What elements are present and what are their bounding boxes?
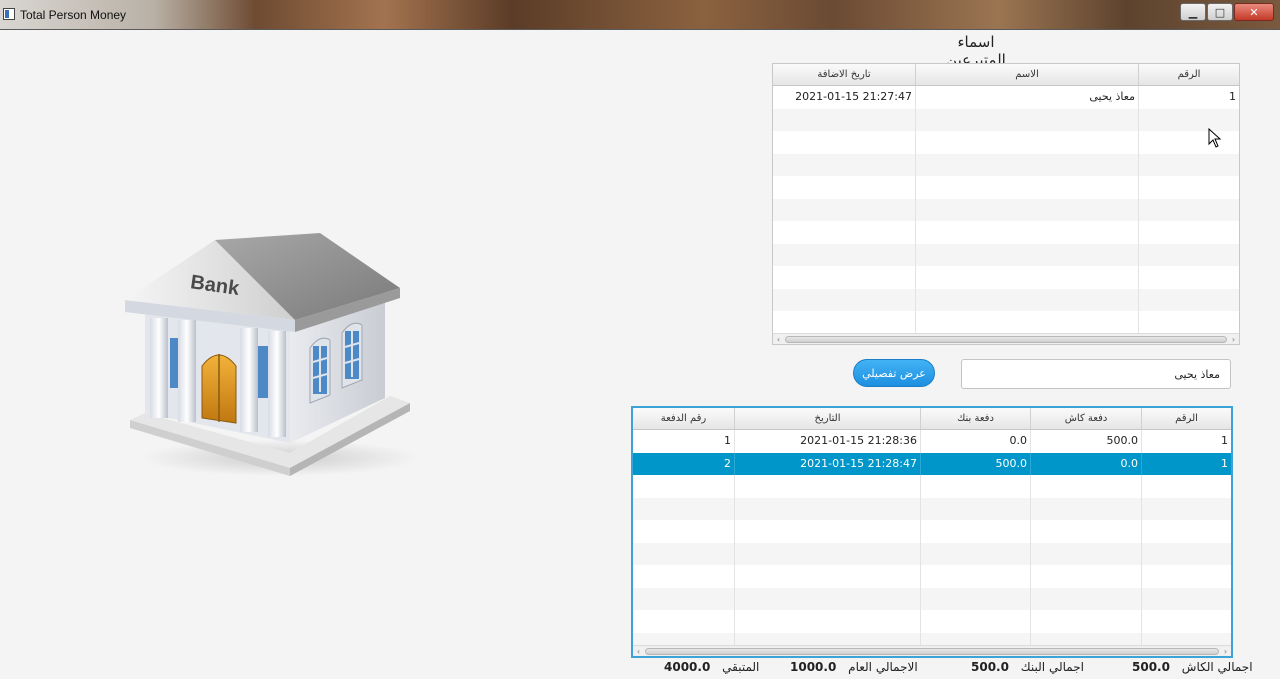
empty-row [633,587,1231,610]
empty-row [773,266,1239,289]
col-added-date[interactable]: تاريخ الاضافة [773,64,916,85]
cell-name: معاذ يحيى [916,86,1139,109]
col-payment-no[interactable]: رقم الدفعة [633,408,735,429]
cell-payment-no: 2 [633,452,735,475]
donors-table-header: تاريخ الاضافة الاسم الرقم [773,64,1239,86]
total-cash-label: اجمالي الكاش [1181,660,1253,674]
bank-building-icon: Bank [125,233,420,476]
col-date[interactable]: التاريخ [735,408,921,429]
maximize-button[interactable]: □ [1207,3,1233,21]
empty-row [633,497,1231,520]
total-cash-value: 500.0 [1132,660,1170,674]
total-grand-value: 1000.0 [790,660,837,674]
totals-bank: 500.0 اجمالي البنك [971,660,1084,676]
cell-id: 1 [1221,434,1228,447]
empty-row [773,131,1239,154]
cell-added-date: 2021-01-15 21:27:47 [773,86,916,109]
scroll-thumb[interactable] [785,336,1227,343]
empty-row [773,288,1239,311]
scroll-right-icon[interactable]: › [1228,334,1239,344]
total-grand-label: الاجمالي العام [848,660,918,674]
window-titlebar: Total Person Money ▁ □ ✕ [0,0,1280,30]
scroll-right-icon[interactable]: › [1220,646,1231,656]
empty-row [773,243,1239,266]
cell-id: 1 [1229,90,1236,103]
col-cash-payment[interactable]: دفعة كاش [1031,408,1142,429]
empty-row [773,198,1239,221]
cell-cash-payment: 500.0 [1031,430,1142,453]
empty-row [773,176,1239,199]
window-controls: ▁ □ ✕ [1180,3,1274,21]
empty-row [633,565,1231,588]
empty-row [633,475,1231,498]
col-name[interactable]: الاسم [916,64,1139,85]
empty-row [773,108,1239,131]
payments-table-header: رقم الدفعة التاريخ دفعة بنك دفعة كاش الر… [633,408,1231,430]
totals-grand: 1000.0 الاجمالي العام [790,660,918,676]
totals-cash: 500.0 اجمالي الكاش [1132,660,1253,676]
payments-table[interactable]: رقم الدفعة التاريخ دفعة بنك دفعة كاش الر… [631,406,1233,658]
empty-row [773,153,1239,176]
cell-cash-payment: 0.0 [1031,452,1142,475]
cell-date: 2021-01-15 21:28:36 [735,430,921,453]
app-icon [3,8,15,20]
close-button[interactable]: ✕ [1234,3,1274,21]
payments-table-body: 1 2021-01-15 21:28:36 0.0 500.0 1 2 2021… [633,430,1231,655]
empty-row [773,311,1239,334]
donor-name-field[interactable]: معاذ يحيى [961,359,1231,389]
empty-row [773,221,1239,244]
total-bank-label: اجمالي البنك [1020,660,1084,674]
table-row-selected[interactable]: 2 2021-01-15 21:28:47 500.0 0.0 1 [633,452,1231,475]
cell-bank-payment: 0.0 [921,430,1031,453]
minimize-button[interactable]: ▁ [1180,3,1206,21]
window-title: Total Person Money [20,8,127,22]
scroll-thumb[interactable] [645,648,1219,655]
donors-hscrollbar[interactable]: ‹ › [773,333,1239,344]
empty-row [633,610,1231,633]
table-row[interactable]: 2021-01-15 21:27:47 معاذ يحيى 1 [773,86,1239,109]
totals-remaining: 4000.0 المتبقي [664,660,759,676]
cell-payment-no: 1 [633,430,735,453]
empty-row [633,520,1231,543]
donors-table-body: 2021-01-15 21:27:47 معاذ يحيى 1 [773,86,1239,334]
payments-hscrollbar[interactable]: ‹ › [633,645,1231,656]
total-remaining-label: المتبقي [722,660,760,674]
total-bank-value: 500.0 [971,660,1009,674]
donors-table[interactable]: تاريخ الاضافة الاسم الرقم 2021-01-15 21:… [772,63,1240,345]
detail-view-button[interactable]: عرض تفصيلي [853,359,935,387]
scroll-left-icon[interactable]: ‹ [773,334,784,344]
cell-id: 1 [1221,456,1228,470]
total-remaining-value: 4000.0 [664,660,711,674]
col-id[interactable]: الرقم [1142,408,1231,429]
cell-date: 2021-01-15 21:28:47 [735,452,921,475]
scroll-left-icon[interactable]: ‹ [633,646,644,656]
table-row[interactable]: 1 2021-01-15 21:28:36 0.0 500.0 1 [633,430,1231,453]
col-id[interactable]: الرقم [1139,64,1239,85]
col-bank-payment[interactable]: دفعة بنك [921,408,1031,429]
mouse-cursor-icon [1208,128,1222,148]
cell-bank-payment: 500.0 [921,452,1031,475]
empty-row [633,542,1231,565]
